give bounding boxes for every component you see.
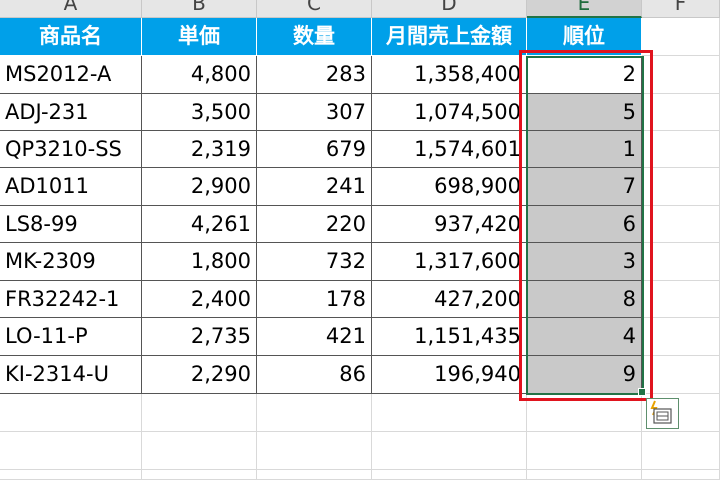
table-cell[interactable]: 1,074,500 <box>372 94 527 131</box>
table-header-cell[interactable]: 単価 <box>142 18 257 56</box>
grid-cell[interactable] <box>0 432 142 470</box>
table-cell[interactable]: QP3210-SS <box>0 131 142 168</box>
grid-cell[interactable] <box>527 470 642 480</box>
grid-cell[interactable] <box>642 281 720 318</box>
table-cell[interactable]: 2,319 <box>142 131 257 168</box>
grid-cell[interactable] <box>372 470 527 480</box>
table-cell[interactable]: 283 <box>257 56 372 94</box>
table-cell[interactable]: 937,420 <box>372 206 527 243</box>
column-header-label: E <box>577 0 591 15</box>
table-cell[interactable]: MK-2309 <box>0 243 142 281</box>
table-cell[interactable]: LO-11-P <box>0 318 142 356</box>
table-header-cell[interactable]: 順位 <box>527 18 642 56</box>
table-header-cell[interactable]: 月間売上金額 <box>372 18 527 56</box>
grid-cell[interactable] <box>642 356 720 394</box>
grid-cell[interactable] <box>257 470 372 480</box>
grid-cell[interactable] <box>642 56 720 94</box>
grid-cell[interactable] <box>0 394 142 432</box>
table-cell[interactable]: KI-2314-U <box>0 356 142 394</box>
grid-cell[interactable] <box>642 470 720 480</box>
table-cell[interactable]: 2,400 <box>142 281 257 318</box>
table-cell[interactable]: ADJ-231 <box>0 94 142 131</box>
table-header-cell[interactable]: 商品名 <box>0 18 142 56</box>
table-cell[interactable]: 2,735 <box>142 318 257 356</box>
grid-cell[interactable] <box>642 131 720 168</box>
table-cell[interactable]: 698,900 <box>372 168 527 206</box>
rank-cell[interactable]: 5 <box>527 94 642 131</box>
table-cell[interactable]: 196,940 <box>372 356 527 394</box>
grid-cell[interactable] <box>372 432 527 470</box>
rank-cell[interactable]: 4 <box>527 318 642 356</box>
table-cell[interactable]: 1,358,400 <box>372 56 527 94</box>
table-cell[interactable]: 307 <box>257 94 372 131</box>
column-header-label: F <box>674 0 687 15</box>
table-cell[interactable]: FR32242-1 <box>0 281 142 318</box>
grid-cell[interactable] <box>257 394 372 432</box>
grid-cell[interactable] <box>142 432 257 470</box>
column-header-label: C <box>307 0 321 15</box>
grid-cell[interactable] <box>527 394 642 432</box>
table-cell[interactable]: 178 <box>257 281 372 318</box>
table-cell[interactable]: 3,500 <box>142 94 257 131</box>
column-header-label: B <box>192 0 206 15</box>
grid-cell[interactable] <box>142 470 257 480</box>
rank-cell[interactable]: 1 <box>527 131 642 168</box>
fill-handle[interactable] <box>638 388 646 396</box>
table-cell[interactable]: 421 <box>257 318 372 356</box>
flash-fill-glyph <box>650 400 672 424</box>
column-header-b[interactable]: B <box>142 0 257 18</box>
column-header-d[interactable]: D <box>372 0 527 18</box>
table-cell[interactable]: 1,800 <box>142 243 257 281</box>
grid-cell[interactable] <box>642 94 720 131</box>
grid-cell[interactable] <box>257 432 372 470</box>
flash-fill-options-icon[interactable] <box>646 398 679 429</box>
table-cell[interactable]: 1,574,601 <box>372 131 527 168</box>
column-header-c[interactable]: C <box>257 0 372 18</box>
table-cell[interactable]: LS8-99 <box>0 206 142 243</box>
grid-cell[interactable] <box>642 168 720 206</box>
table-cell[interactable]: 86 <box>257 356 372 394</box>
grid-cell[interactable] <box>642 18 720 56</box>
table-cell[interactable]: MS2012-A <box>0 56 142 94</box>
table-cell[interactable]: 2,900 <box>142 168 257 206</box>
table-cell[interactable]: 220 <box>257 206 372 243</box>
grid-cell[interactable] <box>0 470 142 480</box>
column-header-label: A <box>63 0 78 15</box>
table-cell[interactable]: 4,261 <box>142 206 257 243</box>
table-cell[interactable]: 1,317,600 <box>372 243 527 281</box>
grid-cell[interactable] <box>527 432 642 470</box>
rank-cell[interactable]: 6 <box>527 206 642 243</box>
table-cell[interactable]: 427,200 <box>372 281 527 318</box>
column-header-label: D <box>441 0 457 15</box>
rank-cell[interactable]: 3 <box>527 243 642 281</box>
table-cell[interactable]: 2,290 <box>142 356 257 394</box>
rank-cell[interactable]: 7 <box>527 168 642 206</box>
grid-cell[interactable] <box>372 394 527 432</box>
rank-cell[interactable]: 9 <box>527 356 642 394</box>
column-header-f[interactable]: F <box>642 0 720 18</box>
table-cell[interactable]: 1,151,435 <box>372 318 527 356</box>
grid-cell[interactable] <box>642 432 720 470</box>
rank-cell[interactable]: 8 <box>527 281 642 318</box>
table-header-cell[interactable]: 数量 <box>257 18 372 56</box>
rank-cell[interactable]: 2 <box>527 56 642 94</box>
column-header-a[interactable]: A <box>0 0 142 18</box>
grid-cell[interactable] <box>142 394 257 432</box>
grid-cell[interactable] <box>642 243 720 281</box>
table-cell[interactable]: 241 <box>257 168 372 206</box>
grid-cell[interactable] <box>642 206 720 243</box>
table-cell[interactable]: AD1011 <box>0 168 142 206</box>
column-header-e[interactable]: E <box>527 0 642 18</box>
table-cell[interactable]: 4,800 <box>142 56 257 94</box>
grid-cell[interactable] <box>642 318 720 356</box>
table-cell[interactable]: 732 <box>257 243 372 281</box>
table-cell[interactable]: 679 <box>257 131 372 168</box>
